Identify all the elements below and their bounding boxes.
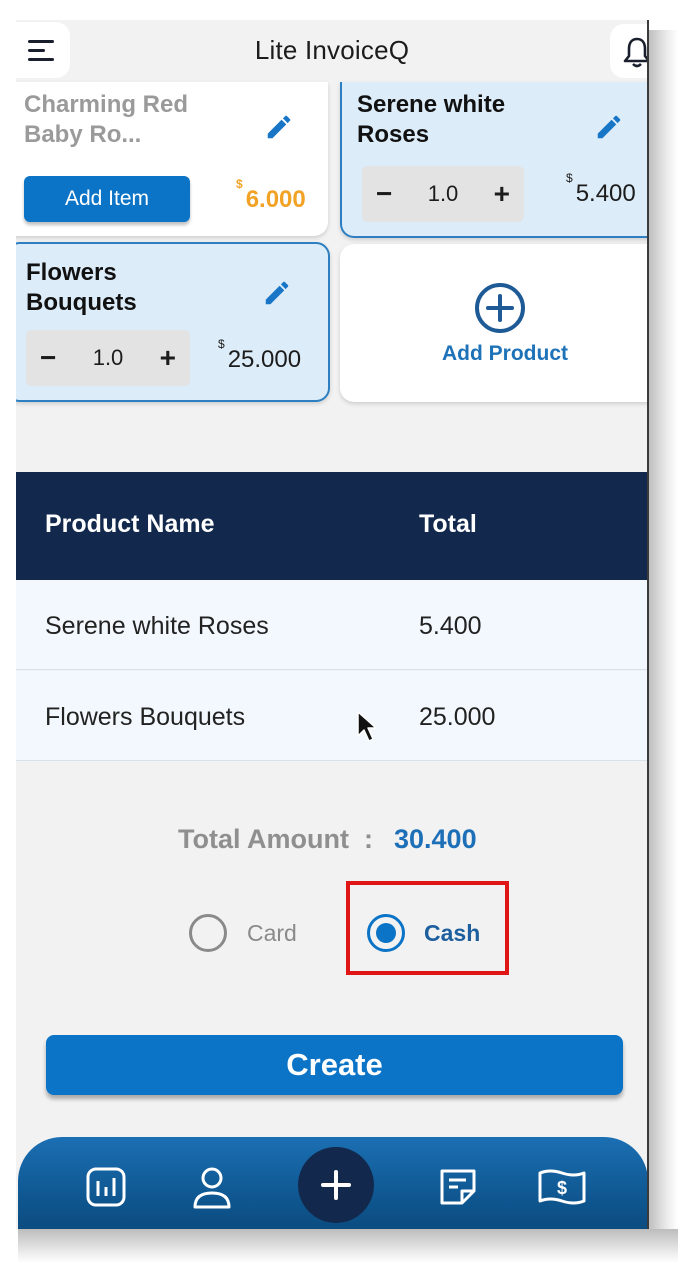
cell-total: 25.000 [419,703,496,731]
product-price: $5.400 [566,171,636,207]
table-row[interactable]: Flowers Bouquets 25.000 [16,671,648,761]
add-product-card[interactable]: Add Product [340,244,648,402]
app-header: Lite InvoiceQ [16,20,648,80]
product-name-line2: Roses [357,121,430,148]
screenshot-shadow-bottom [18,1229,678,1263]
cash-highlight-box [346,881,509,975]
plus-circle-icon [475,283,525,333]
card-radio[interactable] [189,914,227,952]
screenshot-shadow-right [648,30,678,1262]
screen-edge [647,20,649,1229]
total-amount-value: 30.400 [394,824,477,854]
column-header-total: Total [419,510,477,538]
cell-product-name: Flowers Bouquets [45,703,246,731]
decrement-button[interactable]: − [40,344,56,372]
total-amount-label: Total Amount : [178,824,373,854]
table-row[interactable]: Serene white Roses 5.400 [16,580,648,670]
money-icon[interactable]: $ [536,1165,588,1209]
column-header-product-name: Product Name [45,510,215,538]
quantity-stepper[interactable]: − 1.0 + [26,330,190,386]
user-icon[interactable] [190,1165,234,1211]
mouse-cursor-icon [357,711,377,742]
cell-product-name: Serene white Roses [45,612,269,640]
add-item-button[interactable]: Add Item [24,176,190,222]
svg-text:$: $ [557,1178,567,1198]
add-icon [321,1170,351,1200]
decrement-button[interactable]: − [376,180,392,208]
app-screen: Lite InvoiceQ Charming Red Baby Ro... Ad… [16,20,648,1229]
increment-button[interactable]: + [160,344,176,372]
product-name: Serene white [357,91,506,118]
table-header: Product Name Total [16,472,648,580]
product-card-charming-red[interactable]: Charming Red Baby Ro... Add Item $6.000 [16,82,328,236]
app-title: Lite InvoiceQ [254,35,410,65]
edit-pencil-icon[interactable] [264,112,294,142]
edit-pencil-icon[interactable] [262,278,292,308]
cell-total: 5.400 [419,612,482,640]
note-icon[interactable] [436,1165,480,1209]
increment-button[interactable]: + [494,180,510,208]
create-button[interactable]: Create [46,1035,623,1095]
product-name: Charming Red [24,91,189,118]
product-name-line2: Bouquets [26,289,137,316]
bottom-navigation: $ [18,1137,648,1229]
product-card-flowers-bouquets[interactable]: Flowers Bouquets − 1.0 + $25.000 [16,242,330,402]
product-price: $25.000 [218,337,302,373]
product-name: Flowers [26,259,117,286]
card-label[interactable]: Card [247,920,297,947]
quantity-value: 1.0 [92,345,124,370]
product-name-line2: Baby Ro... [24,121,142,148]
add-invoice-button[interactable] [298,1147,374,1223]
quantity-value: 1.0 [427,181,459,206]
product-card-serene-white-roses[interactable]: Serene white Roses − 1.0 + $5.400 [340,82,648,238]
chart-icon[interactable] [84,1165,128,1209]
edit-pencil-icon[interactable] [594,112,624,142]
add-product-label: Add Product [442,342,568,365]
quantity-stepper[interactable]: − 1.0 + [362,166,524,222]
notifications-button[interactable] [610,24,648,78]
product-price: $6.000 [236,177,306,213]
bell-icon [623,37,648,68]
